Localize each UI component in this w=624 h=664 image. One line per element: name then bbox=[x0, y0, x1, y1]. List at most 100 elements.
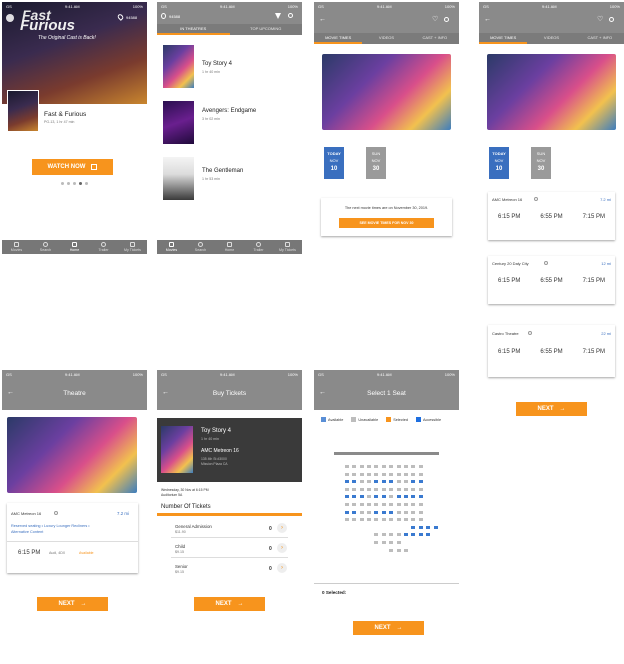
seat-available[interactable] bbox=[381, 495, 386, 499]
seat-available[interactable] bbox=[344, 510, 349, 514]
seat-available[interactable] bbox=[389, 510, 394, 514]
carousel-dot[interactable] bbox=[67, 182, 70, 185]
showtime[interactable]: 6:55 PM bbox=[540, 349, 562, 355]
movie-poster[interactable] bbox=[163, 157, 194, 200]
list-item[interactable]: Avengers: Endgame 3 hr 02 min bbox=[157, 98, 302, 148]
seat-available[interactable] bbox=[433, 525, 438, 529]
seat-available[interactable] bbox=[374, 510, 379, 514]
movie-title[interactable]: Fast & Furious bbox=[44, 111, 86, 118]
seat-available[interactable] bbox=[418, 495, 423, 499]
nav-trailer[interactable]: Trailer bbox=[244, 240, 273, 254]
heart-icon[interactable]: ♡ bbox=[432, 15, 438, 23]
tab-movie-times[interactable]: MOVIE TIMES bbox=[479, 33, 528, 44]
seat-available[interactable] bbox=[411, 480, 416, 484]
seat-available[interactable] bbox=[381, 480, 386, 484]
info-icon[interactable] bbox=[54, 511, 58, 515]
showtime[interactable]: 6:55 PM bbox=[540, 214, 562, 220]
showtime[interactable]: 7:15 PM bbox=[583, 214, 605, 220]
nav-home[interactable]: Home bbox=[215, 240, 244, 254]
back-arrow-icon[interactable]: ← bbox=[162, 389, 169, 396]
tab-cast-info[interactable]: CAST + INFO bbox=[576, 33, 624, 44]
seat-available[interactable] bbox=[426, 533, 431, 537]
seat-available[interactable] bbox=[381, 510, 386, 514]
seat-available[interactable] bbox=[396, 495, 401, 499]
seat-available[interactable] bbox=[418, 525, 423, 529]
seat-available[interactable] bbox=[411, 525, 416, 529]
seat-available[interactable] bbox=[359, 495, 364, 499]
back-arrow-icon[interactable]: ← bbox=[7, 389, 14, 396]
tab-movie-times[interactable]: MOVIE TIMES bbox=[314, 33, 363, 44]
carousel-dot[interactable] bbox=[73, 182, 76, 185]
seat-available[interactable] bbox=[389, 480, 394, 484]
seat-available[interactable] bbox=[418, 533, 423, 537]
nav-movies[interactable]: Movies bbox=[157, 240, 186, 254]
tab-cast-info[interactable]: CAST + INFO bbox=[411, 33, 459, 44]
theatre-card[interactable]: Castro Theatre 22 mi 6:15 PM 6:55 PM 7:1… bbox=[488, 325, 615, 377]
seat-available[interactable] bbox=[411, 495, 416, 499]
next-button[interactable]: NEXT → bbox=[516, 402, 587, 416]
movie-poster[interactable] bbox=[163, 101, 194, 144]
tab-videos[interactable]: VIDEOS bbox=[362, 33, 410, 44]
location-pin-icon[interactable] bbox=[161, 13, 166, 19]
seat-available[interactable] bbox=[374, 480, 379, 484]
nav-search[interactable]: Search bbox=[186, 240, 215, 254]
nav-home[interactable]: Home bbox=[60, 240, 89, 254]
movie-title[interactable]: The Gentleman bbox=[202, 168, 243, 174]
showtime[interactable]: 7:15 PM bbox=[583, 349, 605, 355]
seat-available[interactable] bbox=[426, 525, 431, 529]
movie-title[interactable]: Toy Story 4 bbox=[202, 61, 232, 67]
theatre-card[interactable]: AMC Metreon 16 7.2 mi 6:15 PM 6:55 PM 7:… bbox=[488, 192, 615, 240]
next-button[interactable]: NEXT → bbox=[37, 597, 108, 611]
seat-available[interactable] bbox=[374, 495, 379, 499]
carousel-dot-active[interactable] bbox=[79, 182, 82, 185]
showtime[interactable]: 6:15 PM bbox=[18, 550, 40, 556]
showtime-row[interactable]: 6:15 PM Audi, 4DX Available bbox=[7, 541, 138, 566]
nav-trailer[interactable]: Trailer bbox=[89, 240, 118, 254]
seat-available[interactable] bbox=[404, 533, 408, 537]
increment-chevron-icon[interactable]: › bbox=[277, 563, 287, 573]
seat-available[interactable] bbox=[404, 495, 408, 499]
tab-in-theatres[interactable]: IN THEATRES bbox=[157, 24, 230, 35]
info-icon[interactable] bbox=[528, 331, 532, 335]
seat-available[interactable] bbox=[418, 480, 423, 484]
next-button[interactable]: NEXT → bbox=[194, 597, 265, 611]
movie-title[interactable]: Avengers: Endgame bbox=[202, 108, 256, 114]
nav-movies[interactable]: Movies bbox=[2, 240, 31, 254]
showtime[interactable]: 6:15 PM bbox=[498, 349, 520, 355]
showtime[interactable]: 7:15 PM bbox=[583, 278, 605, 284]
list-item[interactable]: The Gentleman 1 hr 53 min bbox=[157, 154, 302, 204]
location-zip[interactable]: 94588 bbox=[126, 15, 137, 20]
info-icon[interactable] bbox=[534, 197, 538, 201]
info-icon[interactable] bbox=[544, 261, 548, 265]
nav-search[interactable]: Search bbox=[31, 240, 60, 254]
movie-thumbnail[interactable] bbox=[7, 90, 39, 132]
carousel-dot[interactable] bbox=[85, 182, 88, 185]
showtime[interactable]: 6:15 PM bbox=[498, 278, 520, 284]
see-times-button[interactable]: SEE MOVIE TIMES FOR NOV 30 bbox=[339, 218, 434, 228]
seat-available[interactable] bbox=[352, 480, 357, 484]
filter-icon[interactable] bbox=[275, 13, 281, 19]
carousel-dots[interactable] bbox=[61, 182, 88, 185]
nav-tickets[interactable]: My Tickets bbox=[118, 240, 147, 254]
watch-now-button[interactable]: WATCH NOW bbox=[32, 159, 113, 175]
showtime[interactable]: 6:15 PM bbox=[498, 214, 520, 220]
seat-available[interactable] bbox=[352, 495, 357, 499]
search-icon[interactable] bbox=[609, 17, 614, 22]
tab-videos[interactable]: VIDEOS bbox=[527, 33, 575, 44]
theatre-name[interactable]: Castro Theatre bbox=[492, 331, 519, 336]
theatre-name[interactable]: AMC Metreon 16 bbox=[492, 197, 522, 202]
tab-top-upcoming[interactable]: TOP UPCOMING bbox=[230, 24, 303, 35]
increment-chevron-icon[interactable]: › bbox=[277, 523, 287, 533]
search-icon[interactable] bbox=[288, 13, 293, 18]
next-button[interactable]: NEXT → bbox=[353, 621, 424, 635]
showtime[interactable]: 6:55 PM bbox=[540, 278, 562, 284]
seat-available[interactable] bbox=[352, 510, 357, 514]
nav-tickets[interactable]: My Tickets bbox=[273, 240, 302, 254]
date-today[interactable]: TODAY NOV 10 bbox=[489, 147, 509, 179]
seat-available[interactable] bbox=[344, 495, 349, 499]
carousel-dot[interactable] bbox=[61, 182, 64, 185]
date-today[interactable]: TODAY NOV 10 bbox=[324, 147, 344, 179]
date-sun[interactable]: SUN NOV 30 bbox=[531, 147, 551, 179]
heart-icon[interactable]: ♡ bbox=[597, 15, 603, 23]
location-zip[interactable]: 94588 bbox=[169, 14, 180, 19]
